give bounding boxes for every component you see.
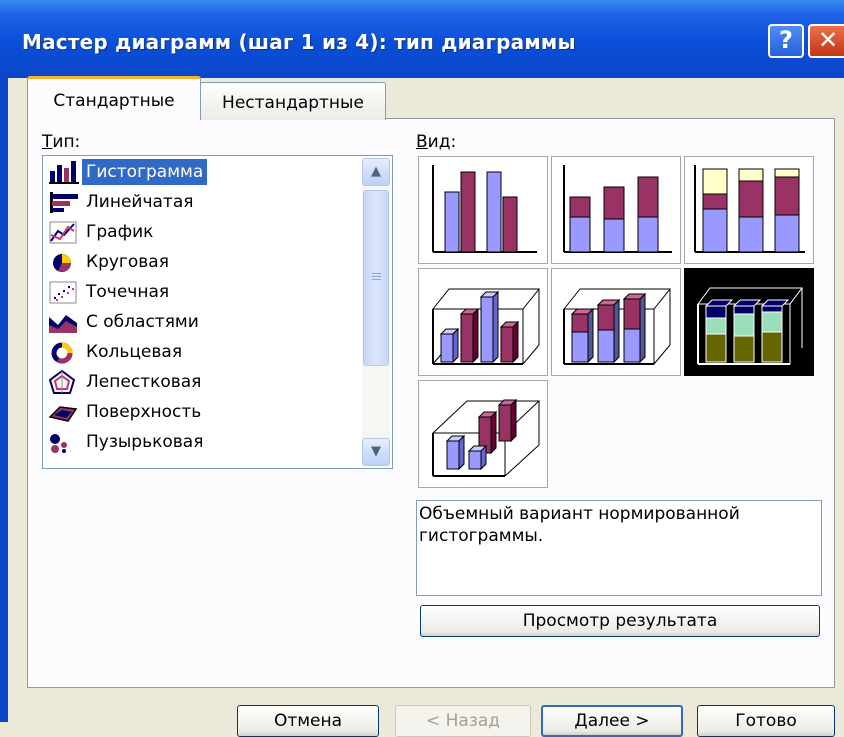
tab-custom[interactable]: Нестандартные <box>200 82 386 120</box>
preview-button-label: Просмотр результата <box>522 611 718 631</box>
view-label: Вид: <box>416 132 457 152</box>
list-item-label: С областями <box>86 312 199 332</box>
column-chart-icon <box>46 159 82 185</box>
cancel-button[interactable]: Отмена <box>237 705 379 737</box>
list-item-label: Гистограмма <box>82 159 208 185</box>
list-item[interactable]: Кольцевая <box>46 339 186 367</box>
cancel-button-label: Отмена <box>273 711 343 731</box>
bubble-chart-icon <box>46 429 82 455</box>
list-item[interactable]: Гистограмма <box>46 159 208 187</box>
percent-stacked-column-preview <box>694 165 805 253</box>
list-item[interactable]: Пузырьковая <box>46 429 207 457</box>
list-item[interactable]: Точечная <box>46 279 173 307</box>
back-button[interactable]: < Назад <box>395 705 531 737</box>
3d-column-preview <box>431 398 541 477</box>
list-item[interactable]: Поверхность <box>46 399 205 427</box>
list-item-label: Лепестковая <box>86 372 202 392</box>
list-item-label: Линейчатая <box>86 192 194 212</box>
list-item[interactable]: График <box>46 219 157 247</box>
view-3d-stacked-column[interactable] <box>551 268 681 376</box>
doughnut-chart-icon <box>46 339 82 365</box>
window-title: Мастер диаграмм (шаг 1 из 4): тип диагра… <box>22 30 576 54</box>
tab-standard[interactable]: Стандартные <box>27 76 201 120</box>
preview-button[interactable]: Просмотр результата <box>420 605 820 637</box>
list-item-label: График <box>86 222 154 242</box>
next-button[interactable]: Далее > <box>541 705 683 737</box>
list-item[interactable]: Лепестковая <box>46 369 205 397</box>
list-item-label: Поверхность <box>86 402 202 422</box>
list-item[interactable]: Круговая <box>46 249 173 277</box>
view-stacked-column[interactable] <box>551 156 681 264</box>
radar-chart-icon <box>46 369 82 395</box>
back-button-label: < Назад <box>425 711 501 731</box>
view-3d-column[interactable] <box>418 380 548 488</box>
line-chart-icon <box>46 219 82 245</box>
3d-clustered-column-preview <box>431 288 541 365</box>
scroll-down-icon[interactable]: ▼ <box>362 438 390 466</box>
scroll-up-icon[interactable]: ▲ <box>362 158 390 186</box>
list-item-label: Пузырьковая <box>86 432 204 452</box>
finish-button[interactable]: Готово <box>697 705 835 737</box>
bar-chart-icon <box>46 189 82 215</box>
list-scrollbar[interactable]: ▲ ▼ <box>362 158 390 466</box>
list-item-label: Кольцевая <box>86 342 183 362</box>
3d-percent-stacked-column-preview <box>697 287 803 365</box>
list-item-label: Точечная <box>86 282 170 302</box>
scroll-thumb[interactable] <box>363 190 389 366</box>
stacked-column-preview <box>563 165 672 253</box>
view-3d-100-stacked-column[interactable] <box>684 268 814 376</box>
chart-type-list[interactable]: Гистограмма Линейчатая График Круговая Т… <box>42 155 393 469</box>
finish-button-label: Готово <box>735 711 797 731</box>
type-label: Тип: <box>42 132 81 152</box>
view-100-stacked-column[interactable] <box>684 156 814 264</box>
view-3d-clustered-column[interactable] <box>418 268 548 376</box>
list-item[interactable]: С областями <box>46 309 203 337</box>
view-clustered-column[interactable] <box>418 156 548 264</box>
close-button[interactable]: ✕ <box>808 24 844 58</box>
surface-chart-icon <box>46 399 82 425</box>
area-chart-icon <box>46 309 82 335</box>
3d-stacked-column-preview <box>562 288 672 365</box>
scatter-chart-icon <box>46 279 82 305</box>
window-frame <box>0 78 8 722</box>
pie-chart-icon <box>46 249 82 275</box>
clustered-column-preview <box>432 165 537 253</box>
list-item-label: Круговая <box>86 252 169 272</box>
help-button[interactable]: ? <box>768 24 804 58</box>
next-button-label: Далее > <box>574 711 650 731</box>
list-item[interactable]: Линейчатая <box>46 189 197 217</box>
chart-description: Объемный вариант нормированной гистограм… <box>416 500 822 596</box>
